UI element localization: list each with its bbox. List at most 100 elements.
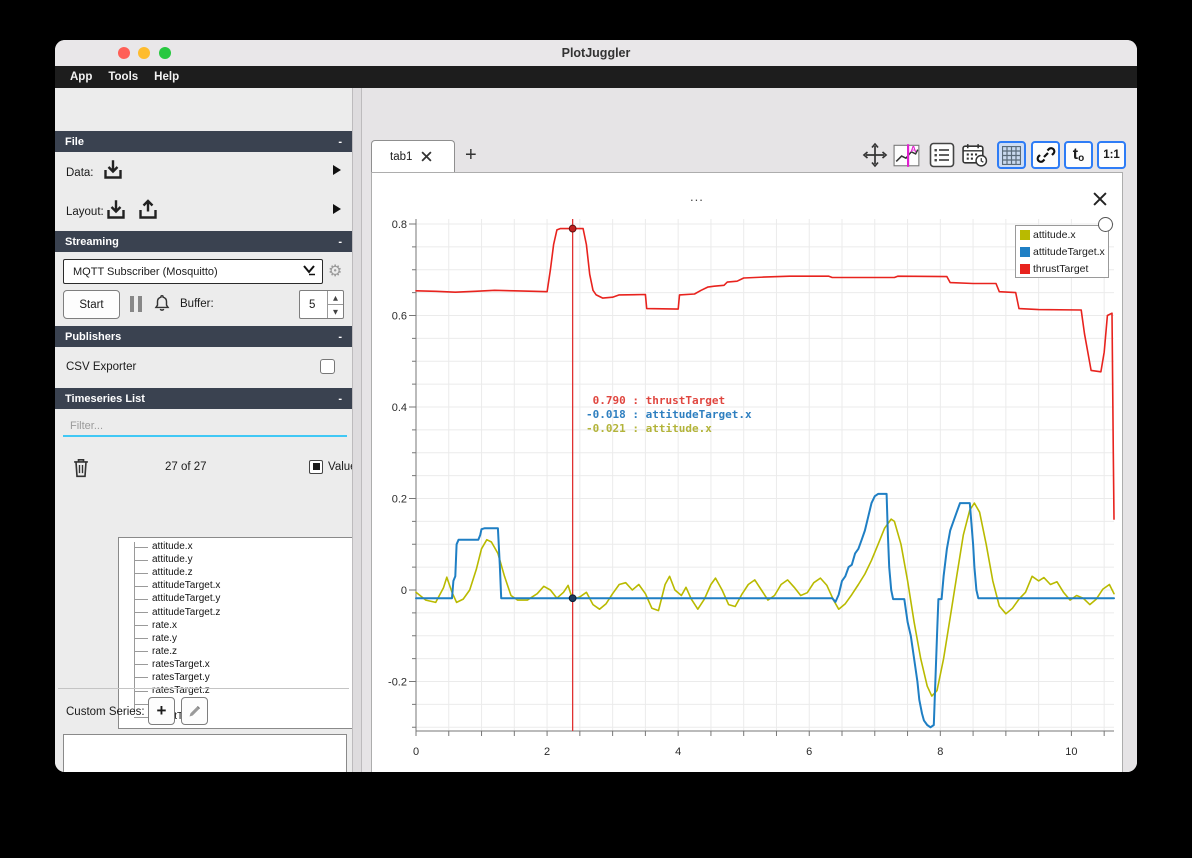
legend-label: attitude.x [1033,228,1076,241]
start-button[interactable]: Start [63,290,120,319]
series-name: ratesTarget.y [152,671,210,683]
menu-help[interactable]: Help [146,71,187,83]
collapse-icon[interactable]: - [338,136,342,148]
collapse-icon[interactable]: - [338,236,342,248]
menubar: App Tools Help [55,66,1137,88]
legend-entry[interactable]: attitude.x [1016,226,1108,243]
tracker-line: -0.021 : attitude.x [586,422,712,435]
window-title: PlotJuggler [561,46,631,60]
ratio-1-1-toggle-icon[interactable]: 1:1 [1097,141,1126,169]
csv-exporter-checkbox[interactable] [320,359,335,374]
y-tick-label: 0 [401,585,407,597]
y-tick-label: 0.4 [392,402,407,414]
collapse-icon[interactable]: - [338,331,342,343]
svg-text:A: A [910,144,916,154]
pause-icon[interactable] [130,296,142,317]
publishers-section-header[interactable]: Publishers - [55,326,352,347]
series-name: ratesTarget.z [152,685,210,697]
time-offset-toggle-icon[interactable]: to [1064,141,1093,169]
notification-bell-icon[interactable] [152,292,172,319]
tab-label: tab1 [390,150,413,163]
values-checkbox[interactable] [309,460,323,474]
load-data-icon[interactable] [101,158,125,187]
series-name: attitude.z [152,567,193,579]
streaming-source-value: MQTT Subscriber (Mosquitto) [73,265,218,278]
series-name: attitudeTarget.z [152,606,221,618]
series-name: attitude.x [152,541,193,553]
plot-legend[interactable]: attitude.x attitudeTarget.x thrustTarget [1015,225,1109,278]
series-count: 27 of 27 [165,461,207,473]
series-name: attitude.y [152,554,193,566]
spin-down-icon[interactable]: ▼ [328,305,343,318]
tree-line [134,638,148,640]
tracker-line: -0.018 : attitudeTarget.x [586,408,752,421]
filter-input[interactable]: Filter... [70,420,103,432]
add-tab-button[interactable]: + [465,144,477,167]
link-ranges-toggle-icon[interactable] [1031,141,1060,169]
save-layout-icon[interactable] [136,198,160,227]
legend-swatch [1020,263,1030,274]
legend-entry[interactable]: thrustTarget [1016,260,1108,277]
panel-splitter[interactable] [352,88,362,772]
legend-label: attitudeTarget.x [1033,245,1105,258]
custom-series-label: Custom Series: [66,706,145,718]
tab-tab1[interactable]: tab1 [371,140,455,172]
series-name: attitudeTarget.x [152,580,221,592]
buffer-time-icon[interactable] [960,141,989,169]
streaming-source-select[interactable]: MQTT Subscriber (Mosquitto) [63,259,323,284]
series-name: attitudeTarget.y [152,593,221,605]
series-name: rate.x [152,619,178,631]
timeseries-section-header[interactable]: Timeseries List - [55,388,352,409]
data-menu-arrow-icon[interactable] [333,165,341,175]
tracker-style-icon[interactable]: A [892,141,921,169]
streaming-section-header[interactable]: Streaming - [55,231,352,252]
tree-line [134,651,148,653]
pan-zoom-tool-icon[interactable] [860,141,889,169]
tracker-dot-attitudeTarget [568,594,577,603]
tab-close-icon[interactable] [421,151,432,162]
load-layout-icon[interactable] [104,198,128,227]
tree-line [134,703,148,705]
grid-view-toggle-icon[interactable] [997,141,1026,169]
file-section-header[interactable]: File - [55,131,352,152]
series-attitude.x [415,502,1115,697]
collapse-icon[interactable]: - [338,393,342,405]
x-tick-label: 6 [806,746,812,758]
x-tick-label: 2 [544,746,550,758]
plot-canvas[interactable]: -0.2 0 0.2 0.4 0.6 0.8 0 2 4 6 8 10 [372,173,1124,772]
layout-menu-arrow-icon[interactable] [333,204,341,214]
spin-up-icon[interactable]: ▲ [328,291,343,305]
y-tick-label: -0.2 [388,677,407,689]
menu-tools[interactable]: Tools [100,71,146,83]
legend-entry[interactable]: attitudeTarget.x [1016,243,1108,260]
add-custom-series-button[interactable]: + [148,697,175,725]
x-tick-label: 4 [675,746,681,758]
menu-app[interactable]: App [62,71,100,83]
y-tick-label: 0.6 [392,311,407,323]
streaming-gear-icon[interactable]: ⚙ [328,261,342,280]
edit-custom-series-button[interactable] [181,697,208,725]
plot-widget[interactable]: ... -0.2 0 0.2 0.4 0.6 0.8 0 2 4 6 8 10 0.790 : thr… [371,172,1123,772]
timeseries-section-title: Timeseries List [65,392,145,405]
curve-list-icon[interactable] [927,141,956,169]
buffer-spinbox[interactable]: 5 ▲ ▼ [299,290,344,319]
screen: PlotJuggler App Tools Help File - Data: La… [0,0,1192,858]
data-label: Data: [66,167,94,179]
legend-swatch [1020,229,1030,240]
series-name: rate.z [152,645,178,657]
chevron-down-icon [302,263,316,281]
layout-label: Layout: [66,206,104,218]
tracker-dot-thrustTarget [568,224,577,233]
tracker-readout: 0.790 : thrustTarget -0.018 : attitudeTar… [586,394,752,436]
legend-label: thrustTarget [1033,262,1089,275]
filter-underline [63,435,347,437]
tree-line [134,664,148,666]
tree-line [134,598,148,600]
file-section-title: File [65,135,84,148]
custom-series-list[interactable] [63,734,347,772]
trash-icon[interactable] [71,456,91,484]
buffer-value: 5 [309,298,316,311]
legend-handle-icon[interactable] [1098,217,1113,232]
x-tick-label: 0 [413,746,419,758]
pencil-icon [189,705,200,717]
